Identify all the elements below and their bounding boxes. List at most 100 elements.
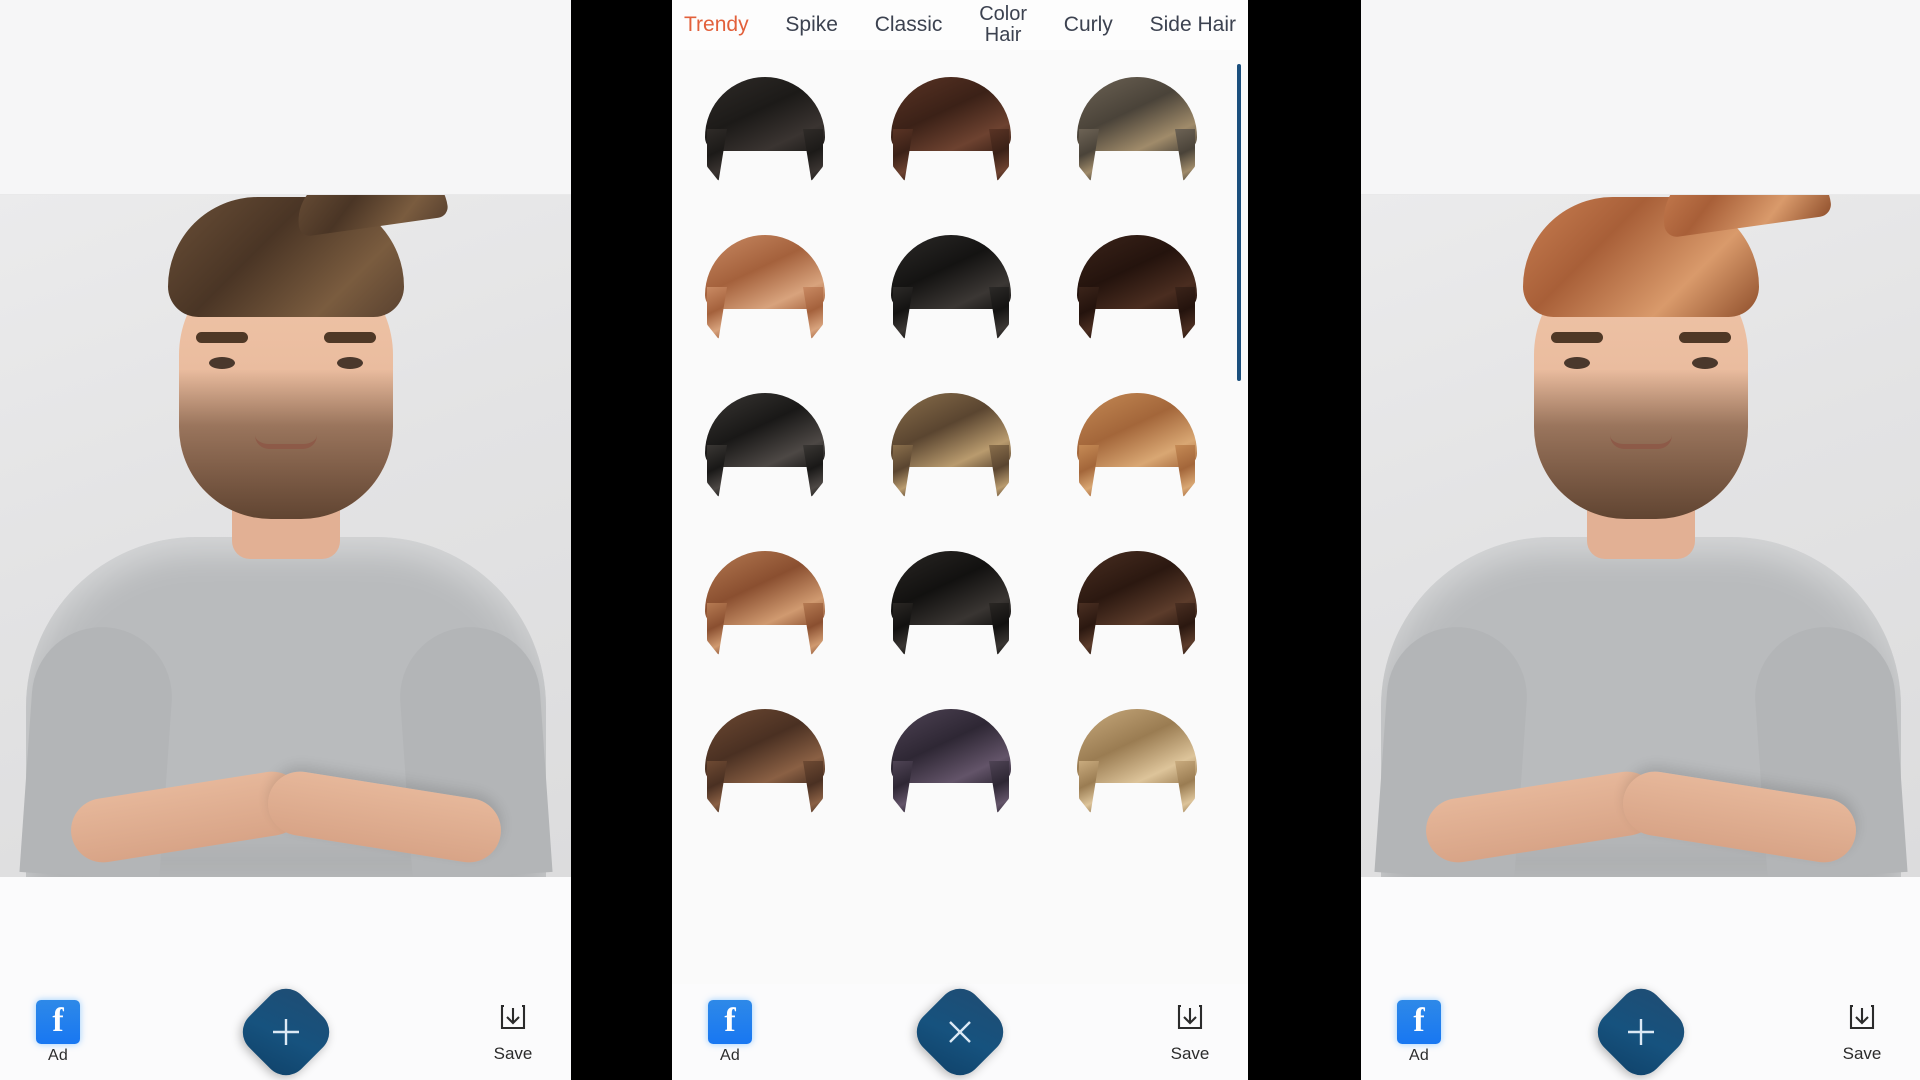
hair-sideburn-left <box>1079 129 1099 181</box>
save-label: Save <box>1170 1043 1210 1063</box>
hairstyle-9[interactable] <box>1077 393 1197 497</box>
facebook-icon[interactable] <box>708 999 752 1044</box>
eyebrow-left <box>195 332 248 343</box>
ad-label: Ad <box>48 1046 68 1064</box>
hair-sideburn-left <box>1079 445 1099 497</box>
hairstyle-15[interactable] <box>1077 709 1197 813</box>
hair-sideburn-left <box>893 129 913 181</box>
add-hairstyle-button-left[interactable] <box>233 979 338 1080</box>
hairstyle-cell[interactable] <box>858 682 1044 840</box>
hairstyle-cell[interactable] <box>1044 208 1230 366</box>
hair-sideburn-right <box>803 761 823 813</box>
hairstyle-2[interactable] <box>891 77 1011 181</box>
hairstyle-cell[interactable] <box>858 366 1044 524</box>
hair-sideburn-right <box>989 287 1009 339</box>
hairstyle-grid <box>672 50 1230 840</box>
download-icon <box>496 1001 530 1040</box>
hairstyle-10[interactable] <box>705 551 825 655</box>
plus-icon <box>1624 1015 1658 1049</box>
hairstyle-cell[interactable] <box>858 524 1044 682</box>
hairstyle-cell[interactable] <box>1044 524 1230 682</box>
hairstyle-8[interactable] <box>891 393 1011 497</box>
ad-label: Ad <box>1409 1046 1429 1064</box>
screenshot-stage: Ad <box>0 0 1920 1080</box>
hair-sideburn-right <box>989 603 1009 655</box>
hair-sideburn-right <box>1175 287 1195 339</box>
tab-curly[interactable]: Curly <box>1062 13 1115 36</box>
hair-sideburn-right <box>989 129 1009 181</box>
eye-left <box>208 357 235 369</box>
hairstyle-cell[interactable] <box>672 50 858 208</box>
hair-sideburn-right <box>1175 603 1195 655</box>
close-picker-button[interactable] <box>907 979 1013 1080</box>
plus-icon <box>269 1015 303 1049</box>
center-app-panel: Trendy Spike Classic Color Hair Curly Si… <box>672 0 1248 1080</box>
ad-button-center[interactable]: Ad <box>694 999 766 1065</box>
left-app-panel: Ad <box>0 0 571 1080</box>
hairstyle-cell[interactable] <box>672 682 858 840</box>
ad-button-right[interactable]: Ad <box>1383 999 1455 1065</box>
hairstyle-4[interactable] <box>705 235 825 339</box>
eyebrow-left <box>1550 332 1603 343</box>
hairstyle-5[interactable] <box>891 235 1011 339</box>
hairstyle-7[interactable] <box>705 393 825 497</box>
save-label: Save <box>493 1043 533 1063</box>
facebook-icon[interactable] <box>36 999 80 1044</box>
hair-sideburn-right <box>989 445 1009 497</box>
photo-canvas-right[interactable] <box>1361 195 1920 877</box>
hairstyle-14[interactable] <box>891 709 1011 813</box>
bottom-toolbar-center: Ad <box>672 979 1248 1080</box>
ad-button-left[interactable]: Ad <box>22 999 94 1065</box>
hairstyle-cell[interactable] <box>1044 50 1230 208</box>
scrollbar-thumb[interactable] <box>1237 64 1241 381</box>
save-button-right[interactable]: Save <box>1826 1001 1898 1064</box>
hairstyle-13[interactable] <box>705 709 825 813</box>
editor-top-spacer-right <box>1361 0 1920 195</box>
mouth <box>254 435 317 449</box>
editor-top-spacer-left <box>0 0 571 195</box>
eye-right <box>1691 357 1718 369</box>
tab-spike[interactable]: Spike <box>783 13 840 36</box>
hairstyle-cell[interactable] <box>858 208 1044 366</box>
hairstyle-cell[interactable] <box>672 366 858 524</box>
save-button-left[interactable]: Save <box>477 1001 549 1064</box>
hairstyle-grid-scroll-area[interactable] <box>672 50 1248 984</box>
hair-sideburn-left <box>893 445 913 497</box>
tab-side-hair[interactable]: Side Hair <box>1148 13 1238 36</box>
facebook-icon[interactable] <box>1397 999 1441 1044</box>
download-icon <box>1173 1001 1207 1040</box>
save-button-center[interactable]: Save <box>1154 1001 1226 1064</box>
add-hairstyle-button-right[interactable] <box>1588 979 1693 1080</box>
hairstyle-12[interactable] <box>1077 551 1197 655</box>
photo-editor-screen-left: Ad <box>0 0 571 1080</box>
hair-sideburn-right <box>803 445 823 497</box>
bottom-toolbar-right: Ad <box>1361 979 1920 1080</box>
eyebrow-right <box>1678 332 1731 343</box>
gutter-left <box>571 0 672 1080</box>
hairstyle-cell[interactable] <box>672 208 858 366</box>
tab-color-hair[interactable]: Color Hair <box>977 4 1029 46</box>
hair-sideburn-left <box>1079 603 1099 655</box>
hair-sideburn-left <box>893 287 913 339</box>
hairstyle-1[interactable] <box>705 77 825 181</box>
hairstyle-6[interactable] <box>1077 235 1197 339</box>
hair-sideburn-right <box>1175 761 1195 813</box>
photo-canvas-left[interactable] <box>0 195 571 877</box>
hair-sideburn-left <box>707 445 727 497</box>
hairstyle-cell[interactable] <box>672 524 858 682</box>
hair-sideburn-left <box>707 603 727 655</box>
hair-sideburn-right <box>803 129 823 181</box>
hairstyle-cell[interactable] <box>1044 366 1230 524</box>
close-icon <box>943 1015 977 1049</box>
hairstyle-3[interactable] <box>1077 77 1197 181</box>
hairstyle-11[interactable] <box>891 551 1011 655</box>
tab-classic[interactable]: Classic <box>873 13 945 36</box>
category-tabbar: Trendy Spike Classic Color Hair Curly Si… <box>672 0 1248 50</box>
tab-trendy[interactable]: Trendy <box>682 13 751 36</box>
hairstyle-cell[interactable] <box>858 50 1044 208</box>
hair-sideburn-right <box>989 761 1009 813</box>
hair-sideburn-left <box>893 761 913 813</box>
hairstyle-cell[interactable] <box>1044 682 1230 840</box>
hairstyle-picker-screen: Trendy Spike Classic Color Hair Curly Si… <box>672 0 1248 1080</box>
photo-editor-screen-right: Ad <box>1361 0 1920 1080</box>
